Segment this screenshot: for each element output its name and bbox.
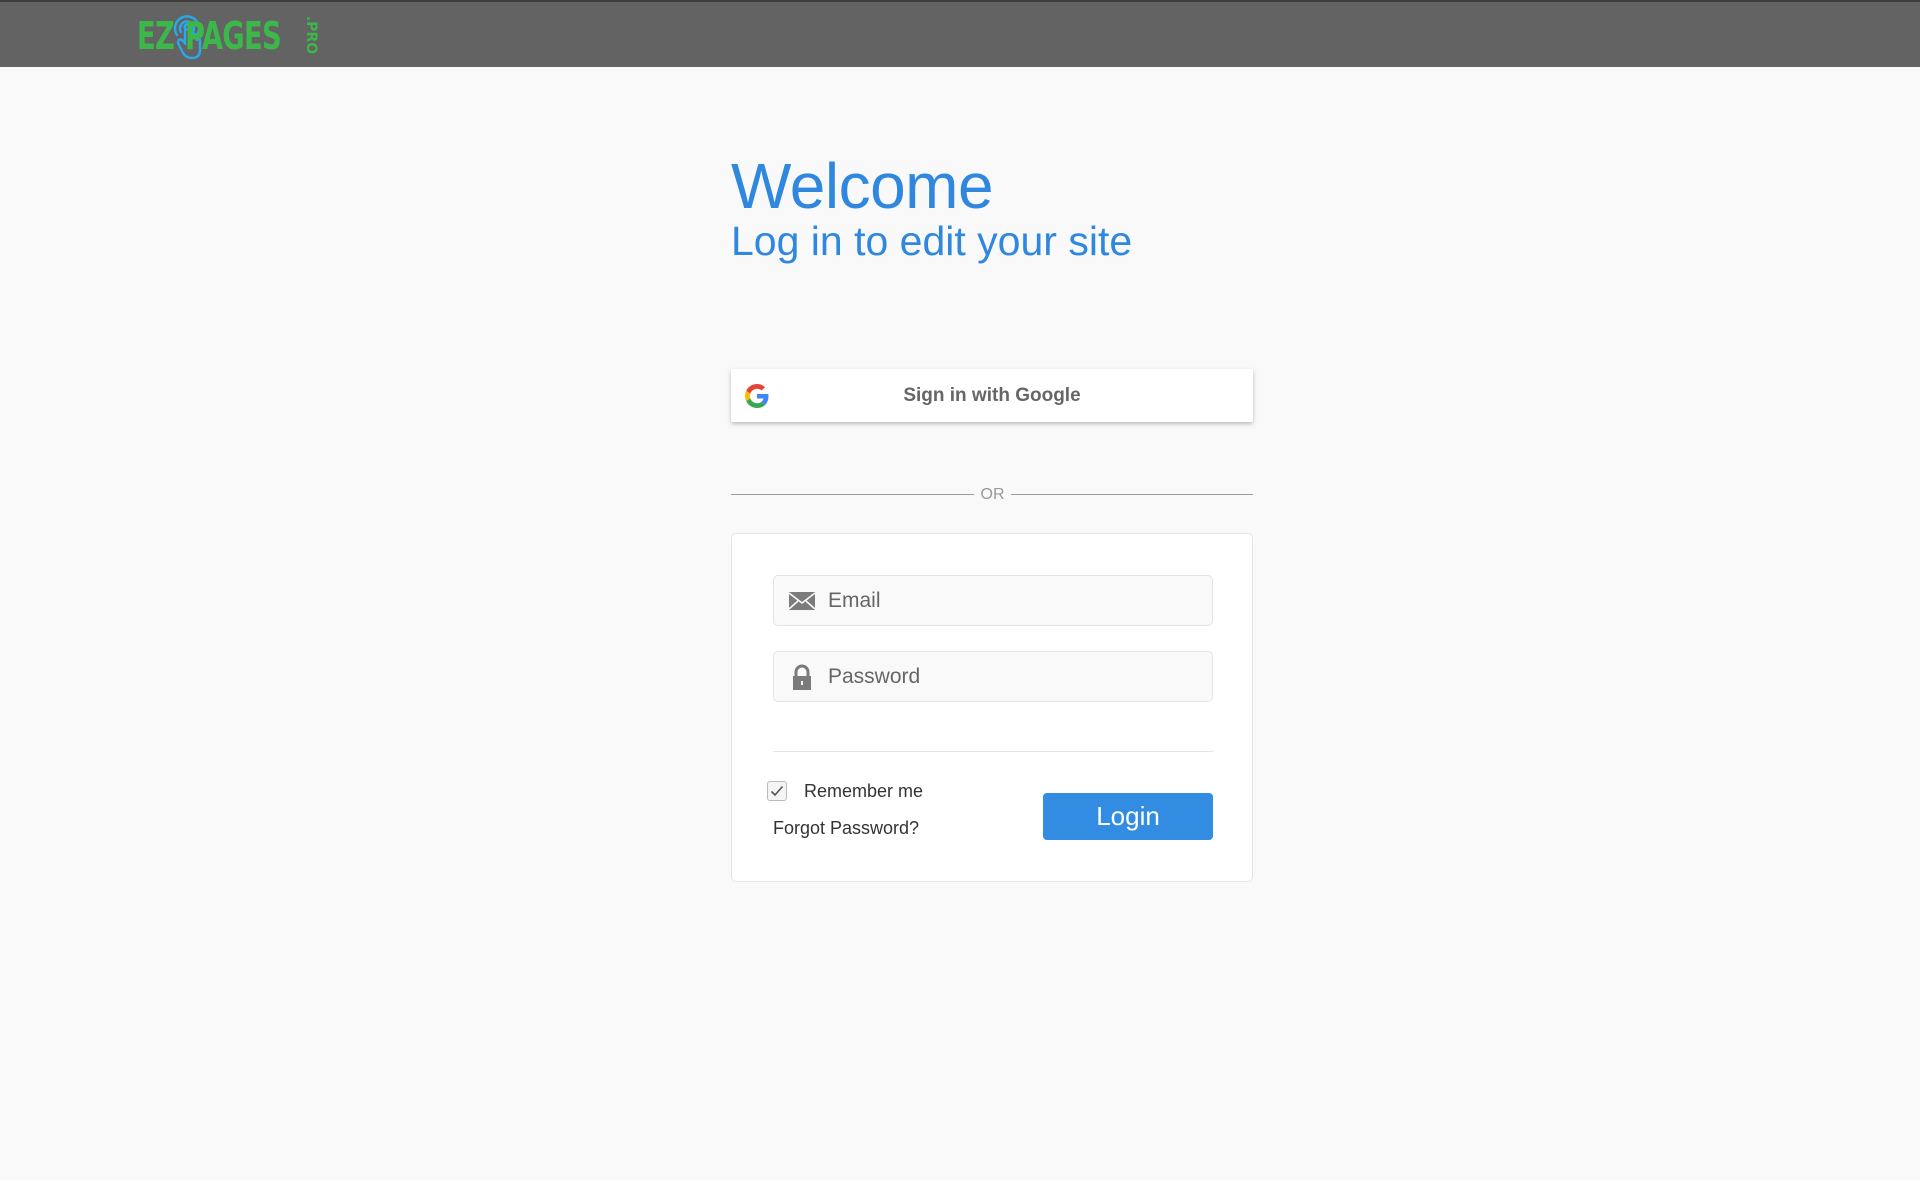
separator-line-left (731, 494, 974, 495)
welcome-heading: Welcome Log in to edit your site (731, 150, 1132, 264)
form-divider (773, 751, 1213, 752)
forgot-password-link[interactable]: Forgot Password? (773, 816, 919, 840)
or-separator: OR (731, 484, 1253, 506)
sign-in-with-google-button[interactable]: Sign in with Google (731, 369, 1253, 422)
separator-label: OR (980, 486, 1005, 503)
logo-text-ez: EZ (137, 14, 175, 58)
page-subtitle: Log in to edit your site (731, 218, 1133, 264)
separator-line-right (1011, 494, 1253, 495)
checkmark-icon (770, 785, 784, 797)
password-input[interactable] (828, 652, 1198, 701)
email-input[interactable] (828, 576, 1198, 625)
email-field[interactable] (773, 575, 1213, 626)
envelope-icon (788, 592, 816, 610)
login-form-card: Remember me Forgot Password? Login (731, 533, 1253, 882)
login-button[interactable]: Login (1043, 793, 1213, 840)
logo-suffix: .PRO (299, 15, 321, 57)
logo-text-pages: PAGES (185, 14, 282, 58)
page-title: Welcome (731, 150, 994, 222)
google-button-label: Sign in with Google (903, 385, 1081, 406)
padlock-icon (793, 664, 811, 690)
logo-suffix-text: .PRO (303, 15, 320, 55)
top-header-bar: EZ PAGES .PRO (0, 0, 1920, 67)
remember-me-label[interactable]: Remember me (804, 779, 923, 803)
password-field[interactable] (773, 651, 1213, 702)
ezpages-logo[interactable]: EZ PAGES .PRO (137, 13, 321, 59)
remember-me-checkbox[interactable] (767, 781, 787, 801)
